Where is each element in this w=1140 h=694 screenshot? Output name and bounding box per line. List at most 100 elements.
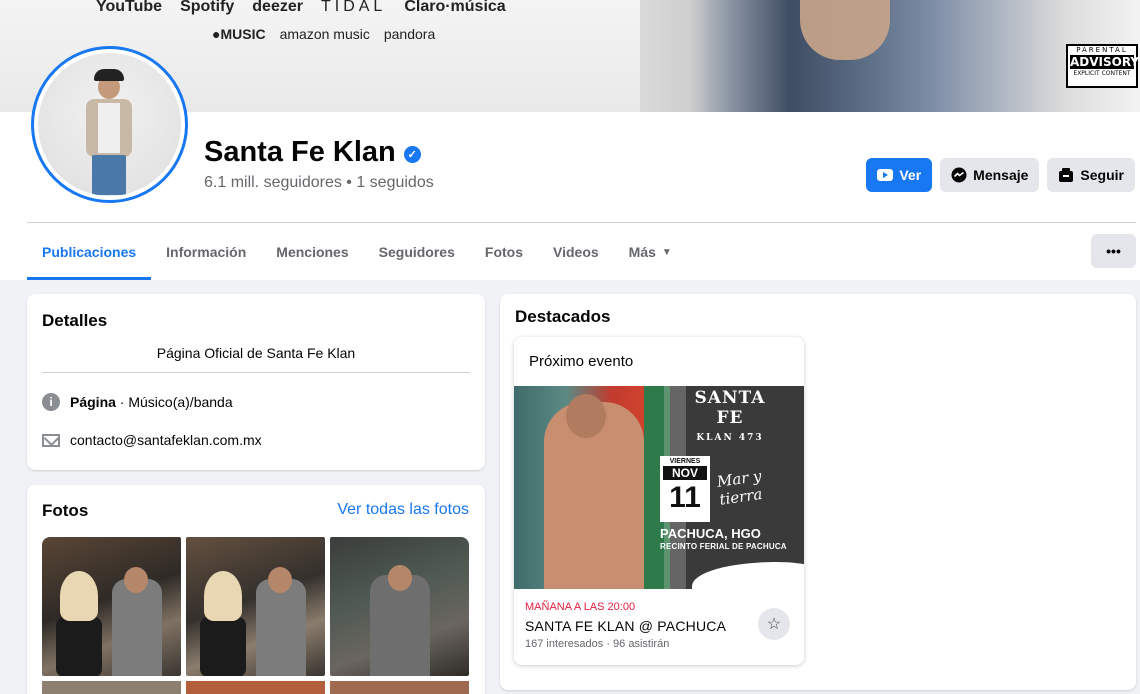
profile-avatar[interactable] [31,46,188,203]
caret-down-icon: ▼ [661,246,672,258]
avatar-figure-legs [92,155,126,195]
poster-day: 11 [669,481,701,514]
photo-person [200,617,246,676]
category-text: Página · Músico(a)/banda [70,394,233,410]
photo-person-head [60,571,98,621]
poster-logo: SANTA FE KLAN 473 [682,388,778,443]
profile-actions: Ver Mensaje Seguir [866,158,1135,192]
event-card[interactable]: Próximo evento SANTA FE KLAN 473 VIERNES… [514,337,804,665]
deezer-logo: deezer [252,0,303,15]
photos-card: Fotos Ver todas las fotos [27,485,485,694]
message-button-label: Mensaje [973,167,1029,183]
more-options-button[interactable]: ••• [1091,234,1136,268]
photo-person [56,617,102,676]
follower-stats[interactable]: 6.1 mill. seguidores • 1 seguidos [204,174,434,192]
apple-music-label: MUSIC [220,26,266,42]
tab-informacion[interactable]: Información [151,224,261,280]
photo-person [256,579,306,676]
poster-dot [754,569,767,582]
parental-advisory-label: PARENTAL ADVISORY EXPLICIT CONTENT [1066,44,1140,88]
spotify-logo: Spotify [180,0,235,15]
category-label: Página [70,394,116,410]
tab-mas[interactable]: Más ▼ [614,224,687,280]
photo-person-head [268,567,292,593]
photo-thumbnail[interactable] [186,537,325,676]
message-button[interactable]: Mensaje [940,158,1040,192]
email-row: contacto@santafeklan.com.mx [42,432,262,448]
photo-thumbnail[interactable] [330,681,469,694]
watch-button-label: Ver [899,167,922,183]
tidal-logo: TIDAL [320,0,387,15]
poster-artist-head [566,394,606,438]
page-title: Santa Fe Klan ✓ [204,136,421,169]
photo-person [112,579,162,676]
verified-badge-icon[interactable]: ✓ [403,146,421,163]
advisory-line-3: EXPLICIT CONTENT [1073,70,1131,77]
details-title: Detalles [42,311,108,330]
tab-mas-label: Más [628,244,656,260]
featured-title: Destacados [515,307,611,326]
advisory-line-2: ADVISORY [1070,55,1140,69]
poster-venue: RECINTO FERIAL DE PACHUCA [660,542,787,551]
event-time: MAÑANA A LAS 20:00 [525,601,636,613]
header-divider [27,222,1136,223]
platform-logos-row-1: YouTube Spotify deezer TIDAL Claro·músic… [96,0,506,16]
follow-button[interactable]: Seguir [1047,158,1135,192]
photo-person-head [388,565,412,591]
event-attendance: 167 interesados · 96 asistirán [525,638,670,650]
avatar-figure-shirt [98,103,120,153]
tab-publicaciones[interactable]: Publicaciones [27,224,152,280]
photo-person-head [204,571,242,621]
photos-title: Fotos [42,501,89,520]
event-poster[interactable]: SANTA FE KLAN 473 VIERNES NOV 11 Mar y t… [514,386,804,589]
email-link[interactable]: contacto@santafeklan.com.mx [70,432,262,448]
mail-icon [42,433,60,447]
see-all-photos-link[interactable]: Ver todas las fotos [337,501,469,519]
avatar-image [38,53,181,196]
poster-month: NOV [663,466,707,480]
apple-music-logo: ●MUSIC [212,26,266,42]
poster-day-name: VIERNES [669,458,701,465]
photo-thumbnail[interactable] [330,537,469,676]
tab-seguidores[interactable]: Seguidores [364,224,470,280]
poster-logo-sub: KLAN 473 [696,433,764,443]
tab-fotos[interactable]: Fotos [470,224,538,280]
poster-logo-text: SANTA FE [694,388,766,428]
featured-card: Destacados Próximo evento SANTA FE KLAN … [500,294,1136,690]
details-divider [42,372,470,373]
poster-city: PACHUCA, HGO [660,526,761,541]
category-value[interactable]: · Músico(a)/banda [116,394,233,410]
advisory-line-1: PARENTAL [1076,46,1128,54]
photo-person-head [124,567,148,593]
photo-grid [42,537,469,676]
page-intro: Página Oficial de Santa Fe Klan [156,345,356,361]
tab-menciones[interactable]: Menciones [261,224,363,280]
pandora-logo: pandora [383,26,436,42]
watch-button[interactable]: Ver [866,158,933,192]
messenger-icon [951,167,967,183]
interested-button[interactable]: ☆ [758,608,790,640]
avatar-figure-cap [94,69,124,81]
claro-musica-logo: Claro·música [404,0,506,15]
tab-videos[interactable]: Videos [538,224,614,280]
video-play-icon [877,169,894,181]
photo-thumbnail[interactable] [186,681,325,694]
follow-button-label: Seguir [1080,167,1124,183]
cover-artist-image [640,0,1140,112]
event-name[interactable]: SANTA FE KLAN @ PACHUCA [525,618,726,634]
photo-thumbnail[interactable] [42,681,181,694]
platform-logos-row-2: ●MUSIC amazon music pandora [212,26,435,42]
category-row: i Página · Músico(a)/banda [42,393,233,411]
profile-tabs: Publicaciones Información Menciones Segu… [27,224,1136,280]
star-icon: ☆ [766,616,782,633]
event-label: Próximo evento [529,353,634,370]
photo-thumbnail[interactable] [42,537,181,676]
photo-grid-row-2 [42,681,469,694]
youtube-logo: YouTube [96,0,163,15]
info-icon: i [42,393,60,411]
amazon-music-logo: amazon music [279,26,370,42]
poster-date: VIERNES NOV 11 [660,456,710,522]
details-card: Detalles Página Oficial de Santa Fe Klan… [27,294,485,470]
follow-icon [1058,167,1074,183]
profile-name[interactable]: Santa Fe Klan [204,136,396,169]
